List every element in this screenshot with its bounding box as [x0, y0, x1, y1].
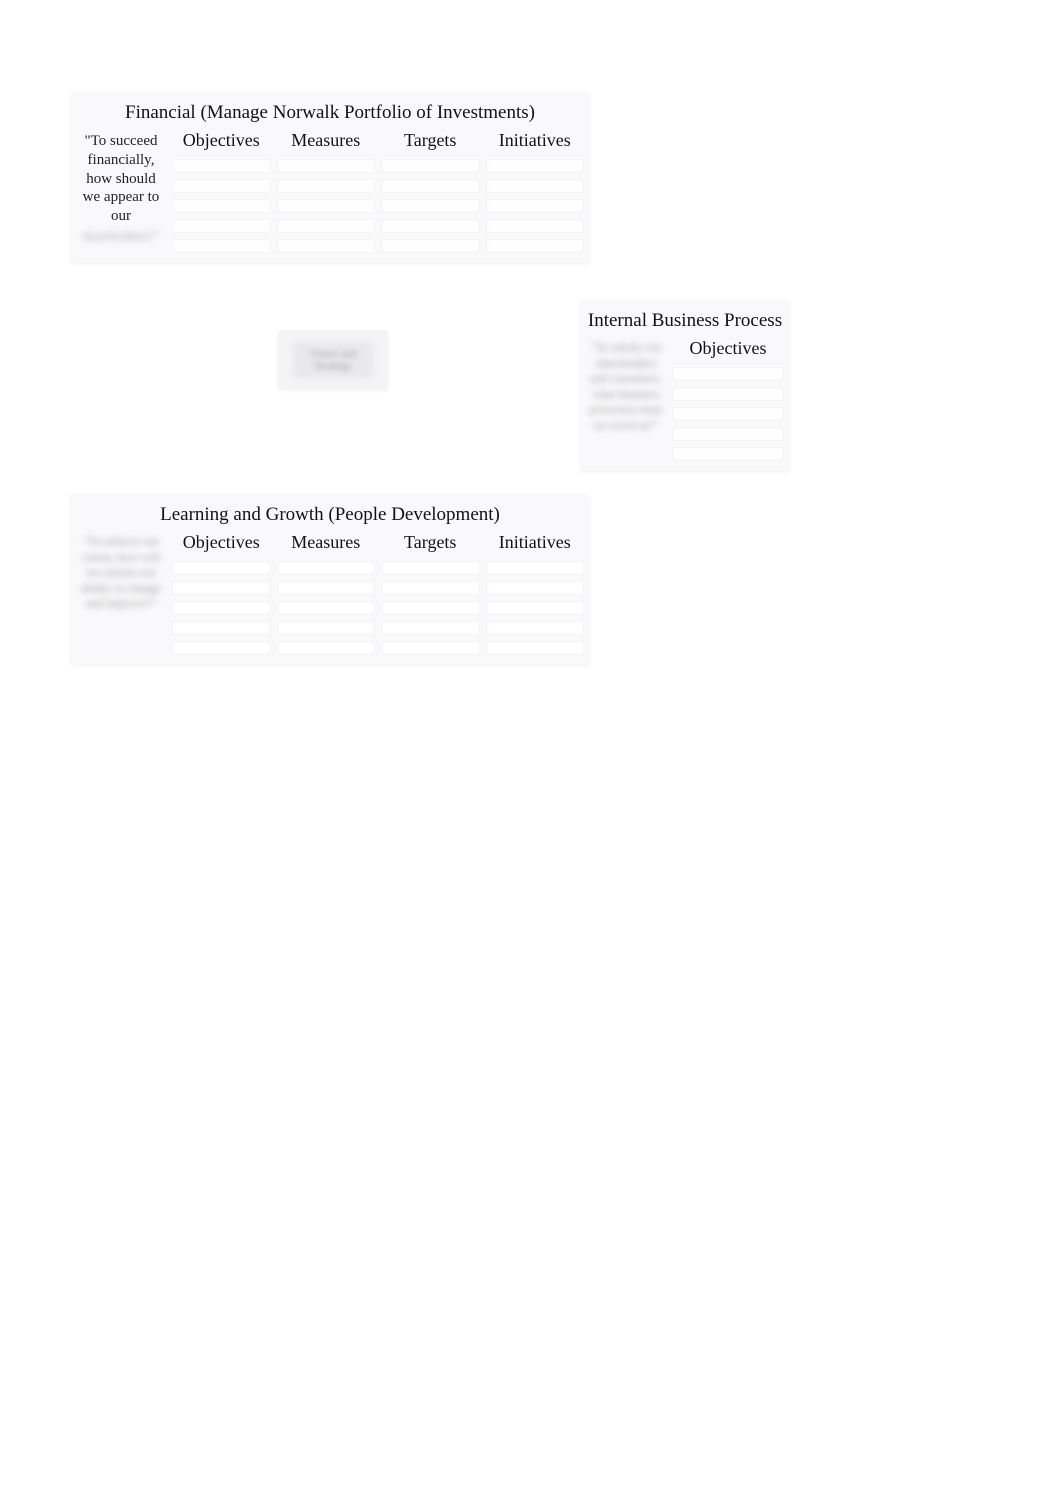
financial-columns: Objectives Measures Targets [172, 130, 584, 253]
table-cell [172, 581, 271, 595]
internal-body: "To satisfy our shareholders and custome… [586, 338, 784, 461]
financial-question-visible: "To succeed financially, how should we a… [78, 132, 164, 226]
internal-col-objectives: Objectives [672, 338, 784, 461]
learning-panel: Learning and Growth (People Development)… [70, 494, 590, 665]
table-cell [277, 159, 376, 173]
table-cell [672, 427, 784, 441]
learning-question-blurred: "To achieve our vision, how will we sust… [76, 532, 166, 614]
table-cell [486, 179, 585, 193]
financial-col-objectives: Objectives [172, 130, 271, 253]
col-header: Initiatives [486, 130, 585, 153]
table-cell [672, 447, 784, 461]
financial-col-targets: Targets [381, 130, 480, 253]
table-cell [172, 641, 271, 655]
table-cell [486, 601, 585, 615]
learning-col-measures: Measures [277, 532, 376, 655]
table-cell [172, 239, 271, 253]
table-cell [381, 219, 480, 233]
internal-panel: Internal Business Process "To satisfy ou… [580, 300, 790, 471]
table-cell [172, 199, 271, 213]
table-cell [172, 179, 271, 193]
table-cell [277, 179, 376, 193]
table-cell [486, 621, 585, 635]
table-cell [277, 601, 376, 615]
financial-question: "To succeed financially, how should we a… [76, 130, 166, 246]
table-cell [172, 159, 271, 173]
internal-columns: Objectives [672, 338, 784, 461]
learning-columns: Objectives Measures Targets [172, 532, 584, 655]
col-header: Measures [277, 532, 376, 555]
table-cell [486, 561, 585, 575]
table-cell [381, 601, 480, 615]
table-cell [486, 159, 585, 173]
financial-col-initiatives: Initiatives [486, 130, 585, 253]
table-cell [277, 581, 376, 595]
table-cell [277, 621, 376, 635]
table-cell [672, 387, 784, 401]
table-cell [277, 239, 376, 253]
learning-col-objectives: Objectives [172, 532, 271, 655]
financial-panel: Financial (Manage Norwalk Portfolio of I… [70, 92, 590, 263]
table-cell [381, 641, 480, 655]
learning-col-targets: Targets [381, 532, 480, 655]
table-cell [672, 367, 784, 381]
internal-question-blurred: "To satisfy our shareholders and custome… [586, 338, 666, 436]
col-header: Targets [381, 130, 480, 153]
table-cell [277, 561, 376, 575]
financial-col-measures: Measures [277, 130, 376, 253]
table-cell [486, 239, 585, 253]
table-cell [381, 581, 480, 595]
table-cell [381, 179, 480, 193]
table-cell [277, 219, 376, 233]
col-header: Initiatives [486, 532, 585, 555]
table-cell [172, 601, 271, 615]
learning-title: Learning and Growth (People Development) [76, 500, 584, 532]
table-cell [172, 621, 271, 635]
col-header: Measures [277, 130, 376, 153]
table-cell [486, 219, 585, 233]
table-cell [277, 199, 376, 213]
financial-question-blurred: shareholders?" [78, 228, 164, 244]
learning-col-initiatives: Initiatives [486, 532, 585, 655]
col-header: Objectives [672, 338, 784, 361]
table-cell [381, 621, 480, 635]
vision-text-blurred: Vision and Strategy [293, 342, 373, 378]
internal-title: Internal Business Process [586, 306, 784, 338]
learning-body: "To achieve our vision, how will we sust… [76, 532, 584, 655]
vision-box: Vision and Strategy [278, 330, 388, 390]
table-cell [486, 641, 585, 655]
table-cell [277, 641, 376, 655]
table-cell [381, 239, 480, 253]
table-cell [381, 561, 480, 575]
table-cell [172, 219, 271, 233]
col-header: Objectives [172, 532, 271, 555]
table-cell [172, 561, 271, 575]
table-cell [672, 407, 784, 421]
table-cell [381, 159, 480, 173]
table-cell [486, 581, 585, 595]
financial-title: Financial (Manage Norwalk Portfolio of I… [76, 98, 584, 130]
col-header: Targets [381, 532, 480, 555]
financial-body: "To succeed financially, how should we a… [76, 130, 584, 253]
col-header: Objectives [172, 130, 271, 153]
table-cell [486, 199, 585, 213]
table-cell [381, 199, 480, 213]
